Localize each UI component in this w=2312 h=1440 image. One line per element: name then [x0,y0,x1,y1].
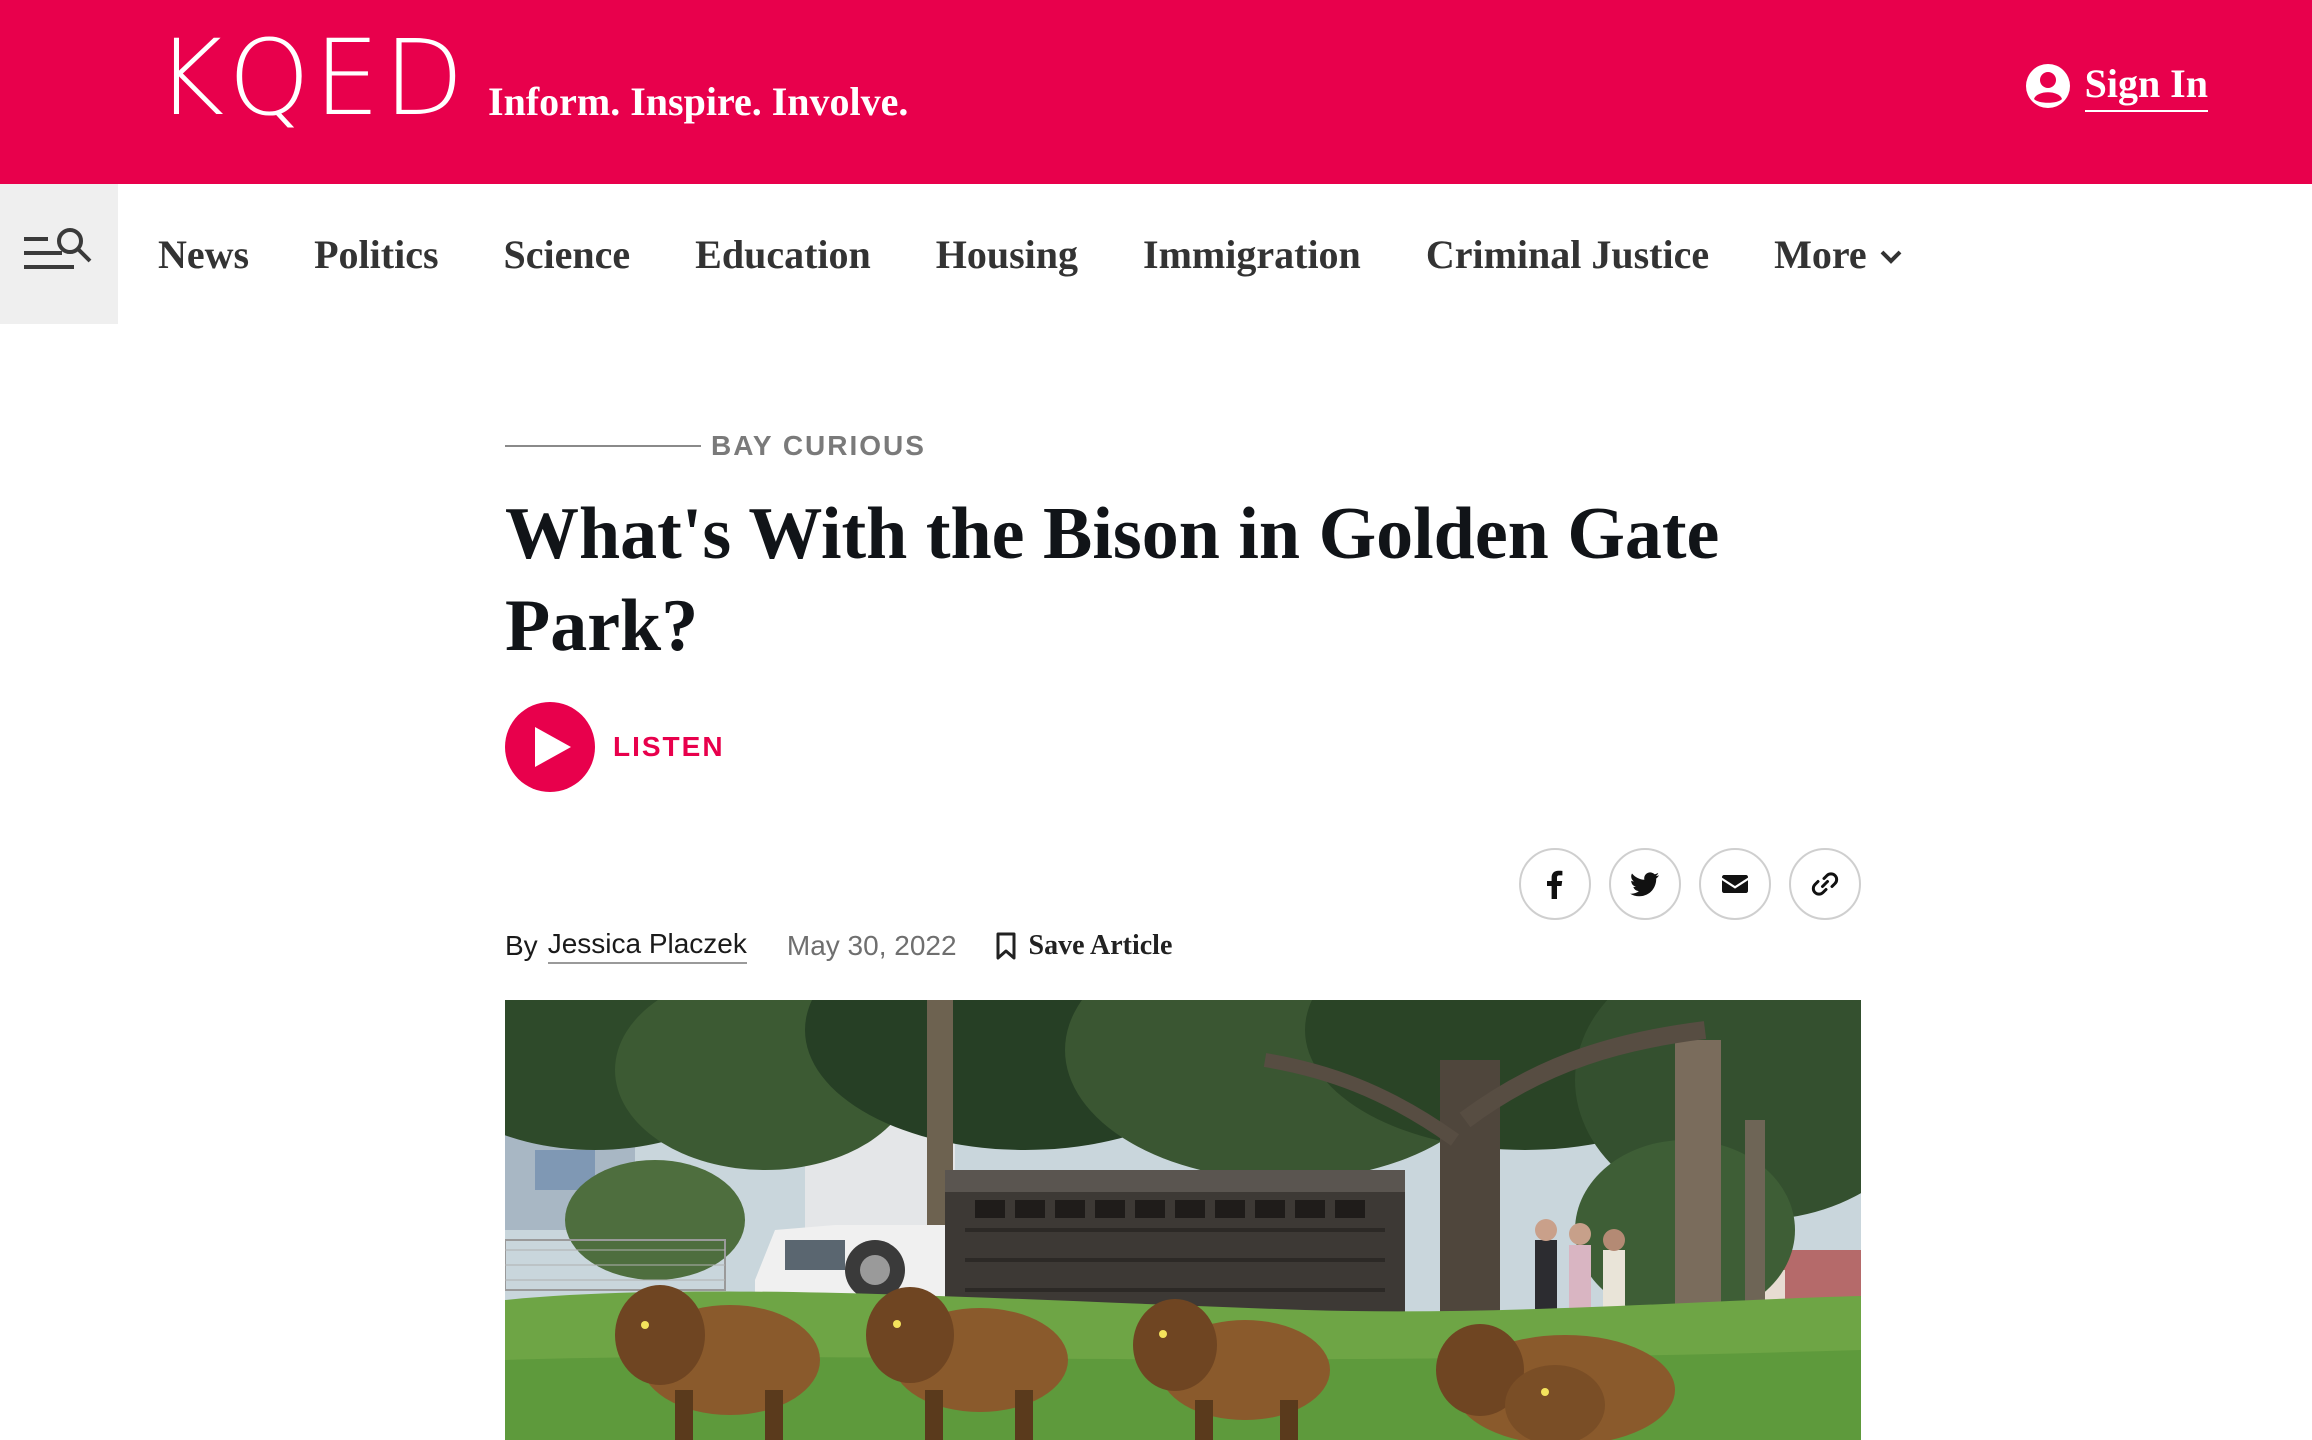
facebook-icon [1547,870,1563,899]
kicker-label[interactable]: BAY CURIOUS [711,430,926,462]
nav-item-more[interactable]: More [1774,231,1903,278]
share-email-button[interactable] [1699,848,1771,920]
share-twitter-button[interactable] [1609,848,1681,920]
author-link[interactable]: Jessica Placzek [547,928,747,964]
brand-bar: KQED Inform. Inspire. Involve. Sign In [0,0,2312,184]
share-buttons [1519,848,1861,920]
nav-item-news[interactable]: News [158,231,249,278]
nav-item-politics[interactable]: Politics [314,231,438,278]
section-kicker: BAY CURIOUS [505,430,926,462]
main-nav: News Politics Science Education Housing … [0,184,2312,324]
menu-search-icon [24,228,92,269]
nav-item-science[interactable]: Science [504,231,631,278]
byline: By Jessica Placzek May 30, 2022 Save Art… [505,922,1172,970]
user-circle-icon [2025,64,2070,108]
link-icon [1811,872,1839,896]
sign-in-label[interactable]: Sign In [2084,60,2208,112]
menu-search-button[interactable] [0,184,118,324]
kqed-logo[interactable]: KQED [156,22,468,134]
hero-photo [505,1000,1861,1440]
nav-item-immigration[interactable]: Immigration [1143,231,1361,278]
sign-in-button[interactable]: Sign In [2025,58,2208,114]
play-button[interactable] [505,702,595,792]
email-icon [1722,875,1748,893]
bookmark-icon [996,932,1016,960]
share-facebook-button[interactable] [1519,848,1591,920]
nav-item-criminal-justice[interactable]: Criminal Justice [1426,231,1709,278]
tagline: Inform. Inspire. Involve. [488,79,909,124]
nav-more-label: More [1774,231,1867,277]
save-article-button[interactable]: Save Article [995,930,1173,962]
play-icon [535,727,571,767]
save-article-label: Save Article [1028,930,1173,961]
bison-in-park-photo [505,1000,1861,1440]
kicker-rule [505,445,701,447]
publish-date: May 30, 2022 [786,930,957,961]
chevron-down-icon [1880,250,1902,264]
nav-items: News Politics Science Education Housing … [158,184,1903,324]
nav-item-housing[interactable]: Housing [936,231,1078,278]
twitter-icon [1630,872,1659,897]
byline-prefix: By [505,930,538,961]
copy-link-button[interactable] [1789,848,1861,920]
listen-button[interactable]: LISTEN [505,702,725,792]
listen-label[interactable]: LISTEN [613,731,725,763]
nav-item-education[interactable]: Education [695,231,871,278]
article-headline: What's With the Bison in Golden Gate Par… [505,493,1720,667]
